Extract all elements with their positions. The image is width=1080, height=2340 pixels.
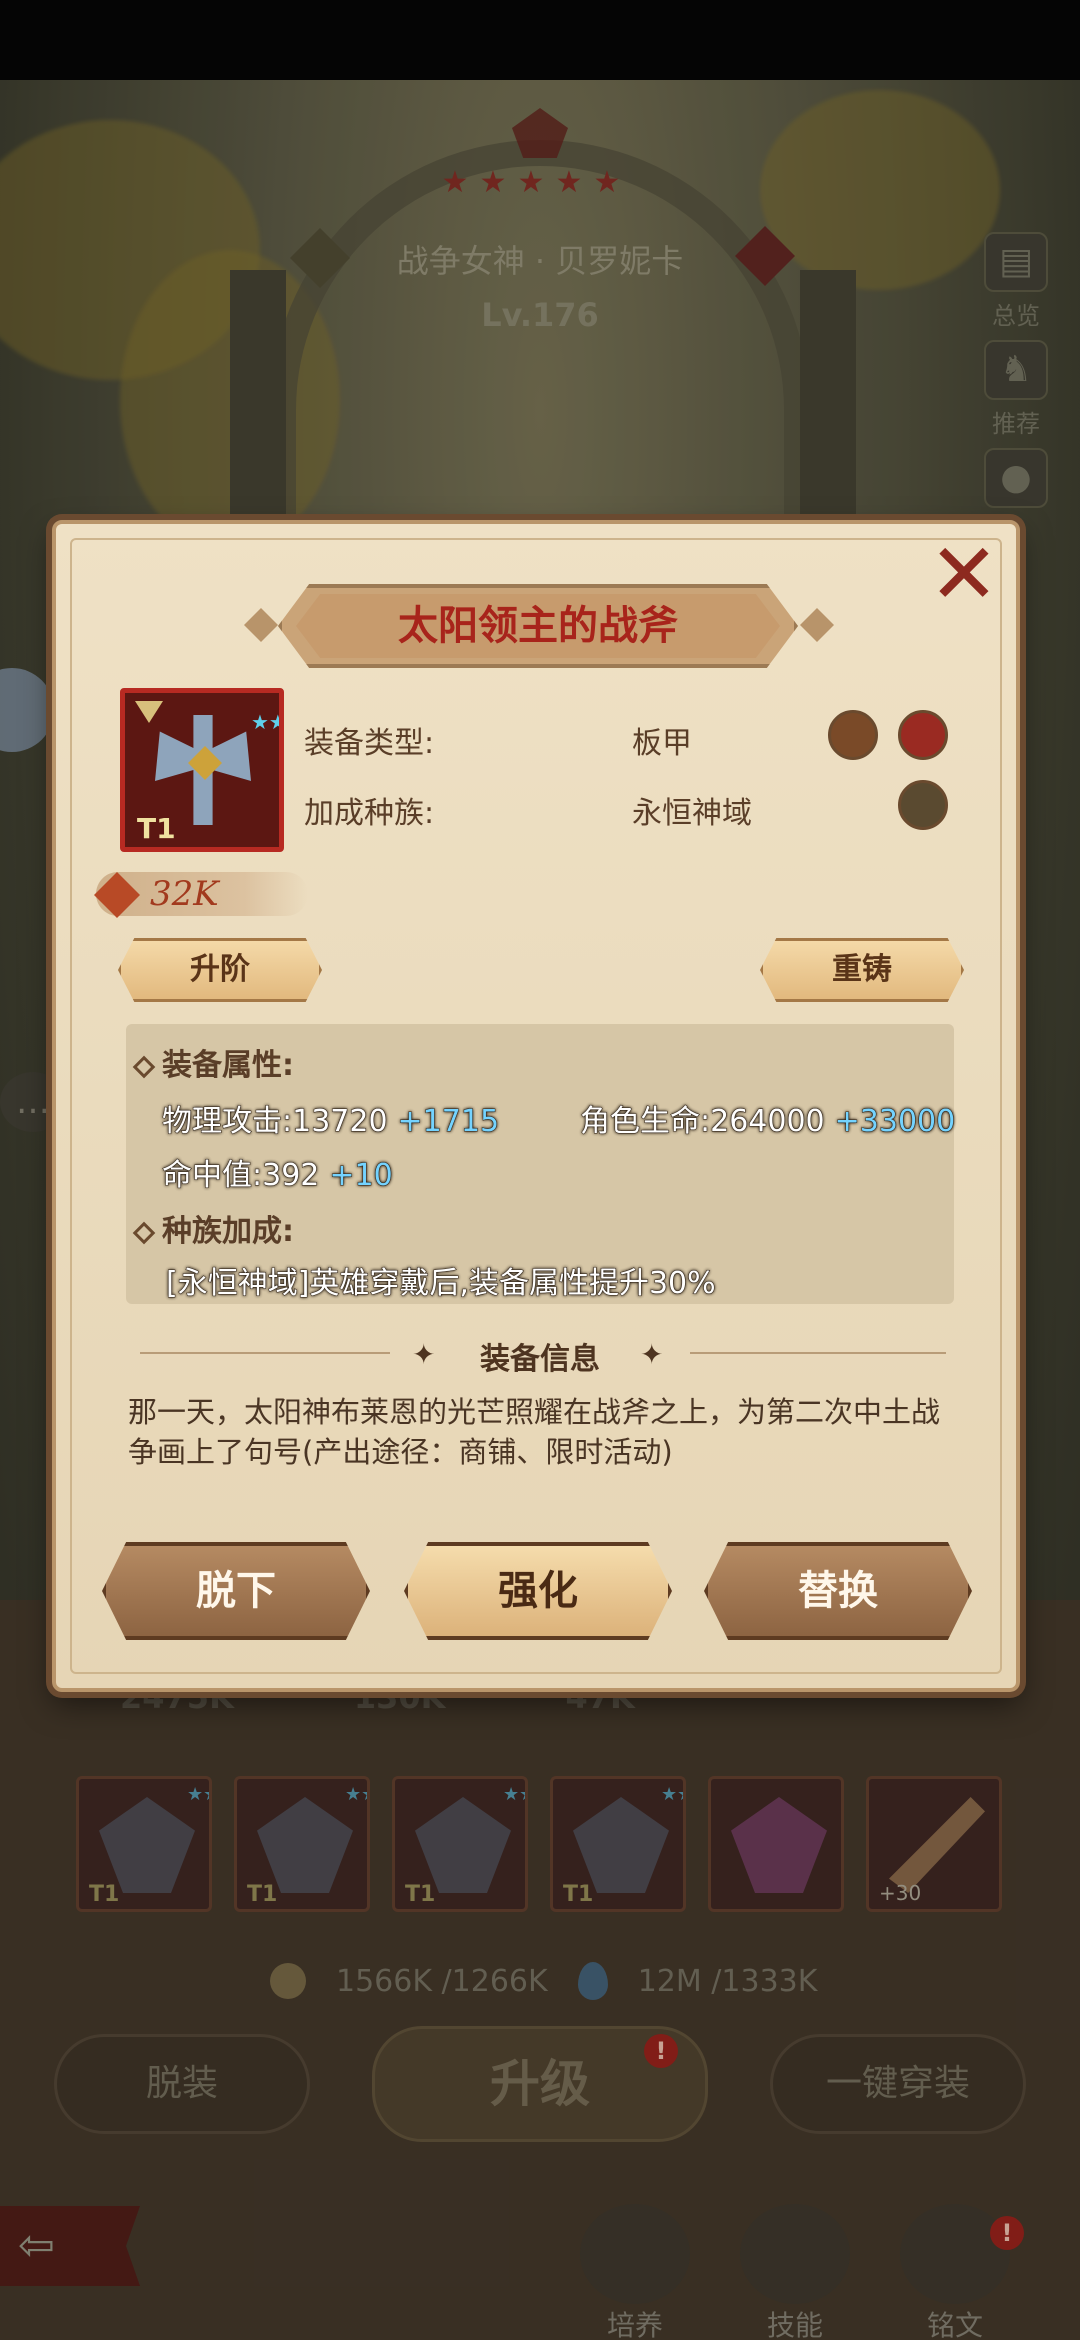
close-button[interactable]: ✕ xyxy=(922,532,1006,618)
race-heading: 种族加成: xyxy=(132,1206,294,1250)
attack-attribute: 物理攻击:13720 +1715 xyxy=(162,1096,500,1140)
equipment-item-icon: ★★★★★ T1 xyxy=(120,688,284,852)
race-heading-text: 种族加成: xyxy=(162,1214,294,1249)
accuracy-attribute: 命中值:392 +10 xyxy=(161,1150,393,1194)
recast-button[interactable]: 重铸 xyxy=(760,938,964,1002)
accuracy-bonus: +10 xyxy=(329,1158,393,1194)
class-badge-icon xyxy=(898,710,948,760)
attributes-heading: 装备属性: xyxy=(132,1040,294,1084)
equipment-power: 32K xyxy=(150,874,219,914)
divider-right xyxy=(690,1352,946,1354)
attributes-heading-text: 装备属性: xyxy=(162,1048,294,1083)
unequip-button[interactable]: 脱下 xyxy=(102,1542,370,1640)
equipment-title: 太阳领主的战斧 xyxy=(398,603,678,649)
item-tier: T1 xyxy=(137,812,176,845)
race-bonus-text: [永恒神域]英雄穿戴后,装备属性提升30% xyxy=(166,1266,717,1302)
diamond-icon xyxy=(132,1221,156,1244)
enhance-button[interactable]: 强化 xyxy=(404,1542,672,1640)
replace-button[interactable]: 替换 xyxy=(704,1542,972,1640)
hp-bonus: +33000 xyxy=(834,1104,956,1140)
item-stars: ★★★★★ xyxy=(251,710,284,734)
eternal-realm-icon xyxy=(898,780,948,830)
race-badge-icon xyxy=(135,701,163,723)
info-heading: 装备信息 xyxy=(480,1342,600,1377)
hp-value: 角色生命:264000 xyxy=(580,1104,826,1140)
race-bonus-value: 永恒神域 xyxy=(632,796,752,831)
close-icon: ✕ xyxy=(928,525,1000,623)
divider-left xyxy=(140,1352,390,1354)
diamond-icon xyxy=(132,1055,156,1078)
race-bonus-label: 加成种族: xyxy=(304,796,435,831)
equipment-description: 那一天，太阳神布莱恩的光芒照耀在战斧之上，为第二次中土战争画上了句号(产出途径：… xyxy=(128,1395,941,1469)
sparkle-icon: ✦ xyxy=(640,1338,664,1371)
equip-type-value: 板甲 xyxy=(632,726,692,761)
attack-bonus: +1715 xyxy=(397,1104,500,1140)
attack-value: 物理攻击:13720 xyxy=(162,1104,389,1140)
accuracy-value: 命中值:392 xyxy=(161,1158,320,1194)
sparkle-icon: ✦ xyxy=(412,1338,436,1371)
plate-armor-icon xyxy=(828,710,878,760)
equip-type-label: 装备类型: xyxy=(304,726,435,761)
advance-button[interactable]: 升阶 xyxy=(118,938,322,1002)
status-bar xyxy=(0,0,1080,80)
hp-attribute: 角色生命:264000 +33000 xyxy=(580,1096,956,1140)
